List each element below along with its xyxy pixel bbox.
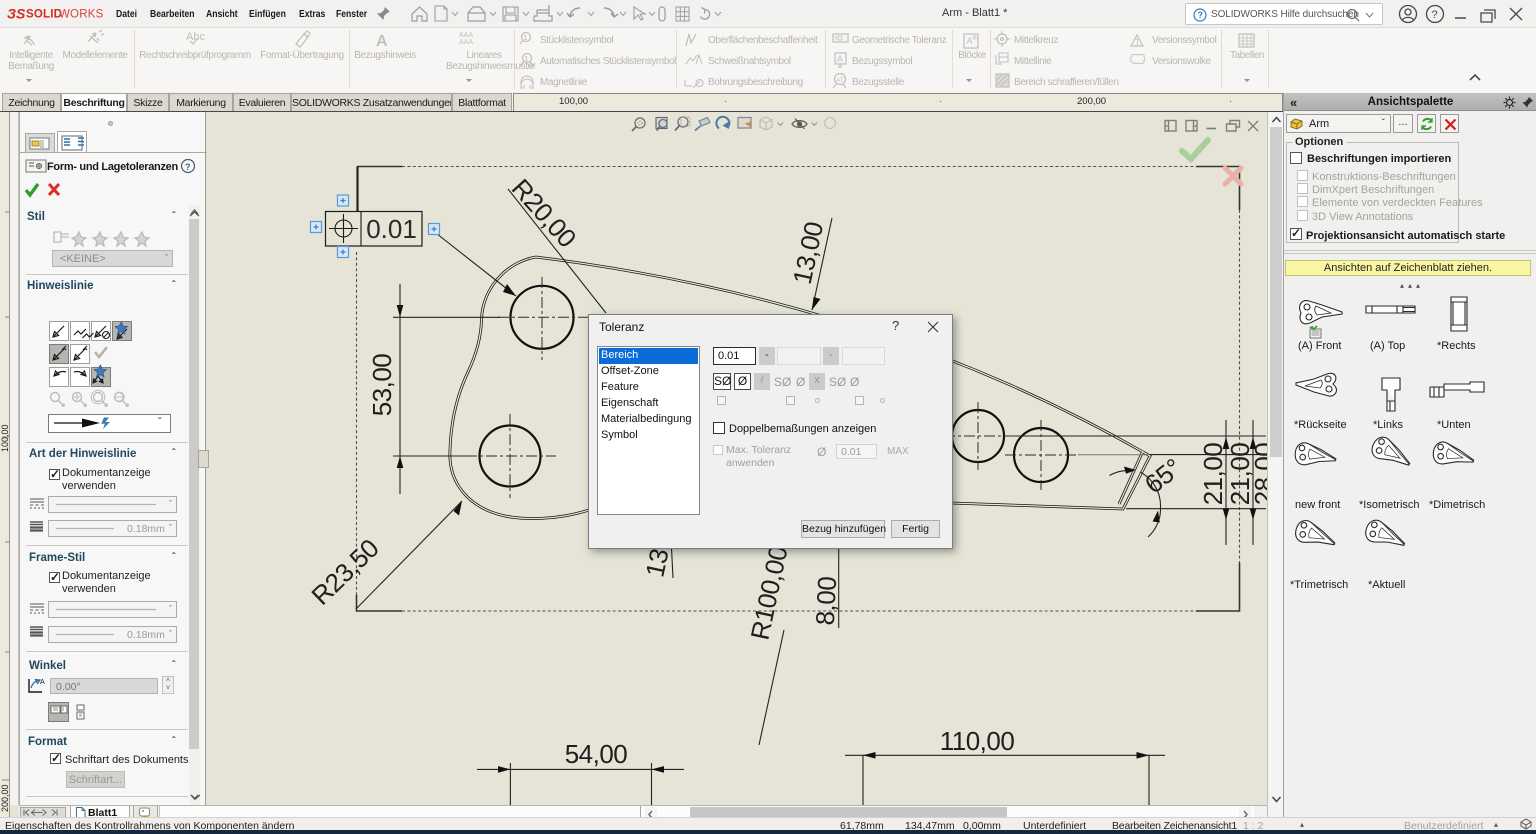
svg-text:?: ? xyxy=(1432,9,1438,21)
svg-text:*Dimetrisch: *Dimetrisch xyxy=(1429,499,1485,511)
svg-text:A: A xyxy=(40,679,45,686)
svg-text:8,00: 8,00 xyxy=(810,576,843,626)
svg-text:WORKS: WORKS xyxy=(59,9,104,21)
svg-text:SOLID: SOLID xyxy=(26,9,62,21)
svg-text:*Unten: *Unten xyxy=(1437,419,1471,431)
svg-text:13: 13 xyxy=(639,546,674,580)
svg-text:53,00: 53,00 xyxy=(367,354,397,417)
svg-text:A: A xyxy=(967,36,973,46)
svg-text:A: A xyxy=(837,54,843,64)
svg-text:(A) Front: (A) Front xyxy=(1298,340,1341,352)
svg-text:?: ? xyxy=(1198,10,1204,20)
svg-text:AAA: AAA xyxy=(459,32,473,39)
svg-text:13,00: 13,00 xyxy=(787,219,829,286)
svg-text:AAA: AAA xyxy=(459,39,473,46)
svg-text:*Trimetrisch: *Trimetrisch xyxy=(1290,579,1348,591)
svg-text:28,00: 28,00 xyxy=(1249,443,1267,506)
svg-text:21,00: 21,00 xyxy=(1198,443,1228,506)
svg-text:AT: AT xyxy=(836,77,844,84)
svg-text:A: A xyxy=(376,33,388,50)
svg-text:R20,00: R20,00 xyxy=(506,173,582,253)
svg-text:(A) Top: (A) Top xyxy=(1370,340,1405,352)
svg-text:R23,50: R23,50 xyxy=(306,533,385,611)
svg-text:new front: new front xyxy=(1295,499,1340,511)
svg-text:65°: 65° xyxy=(1139,453,1187,500)
svg-text:54,00: 54,00 xyxy=(565,739,628,769)
svg-text:1: 1 xyxy=(524,35,528,42)
svg-text:?: ? xyxy=(185,162,191,172)
svg-text:200,00: 200,00 xyxy=(0,784,10,812)
svg-text:*Rückseite: *Rückseite xyxy=(1294,419,1347,431)
svg-text:*Rechts: *Rechts xyxy=(1437,340,1476,352)
svg-text:R100,00: R100,00 xyxy=(744,543,793,642)
svg-text:100,00: 100,00 xyxy=(0,424,10,452)
svg-text:*Links: *Links xyxy=(1373,419,1403,431)
svg-text:0.01: 0.01 xyxy=(366,214,417,244)
svg-text:ЗS: ЗS xyxy=(7,6,26,22)
svg-text:1: 1 xyxy=(1135,38,1140,47)
svg-text:*Aktuell: *Aktuell xyxy=(1368,579,1405,591)
svg-text:110,00: 110,00 xyxy=(940,726,1015,756)
svg-text:*Isometrisch: *Isometrisch xyxy=(1359,499,1420,511)
